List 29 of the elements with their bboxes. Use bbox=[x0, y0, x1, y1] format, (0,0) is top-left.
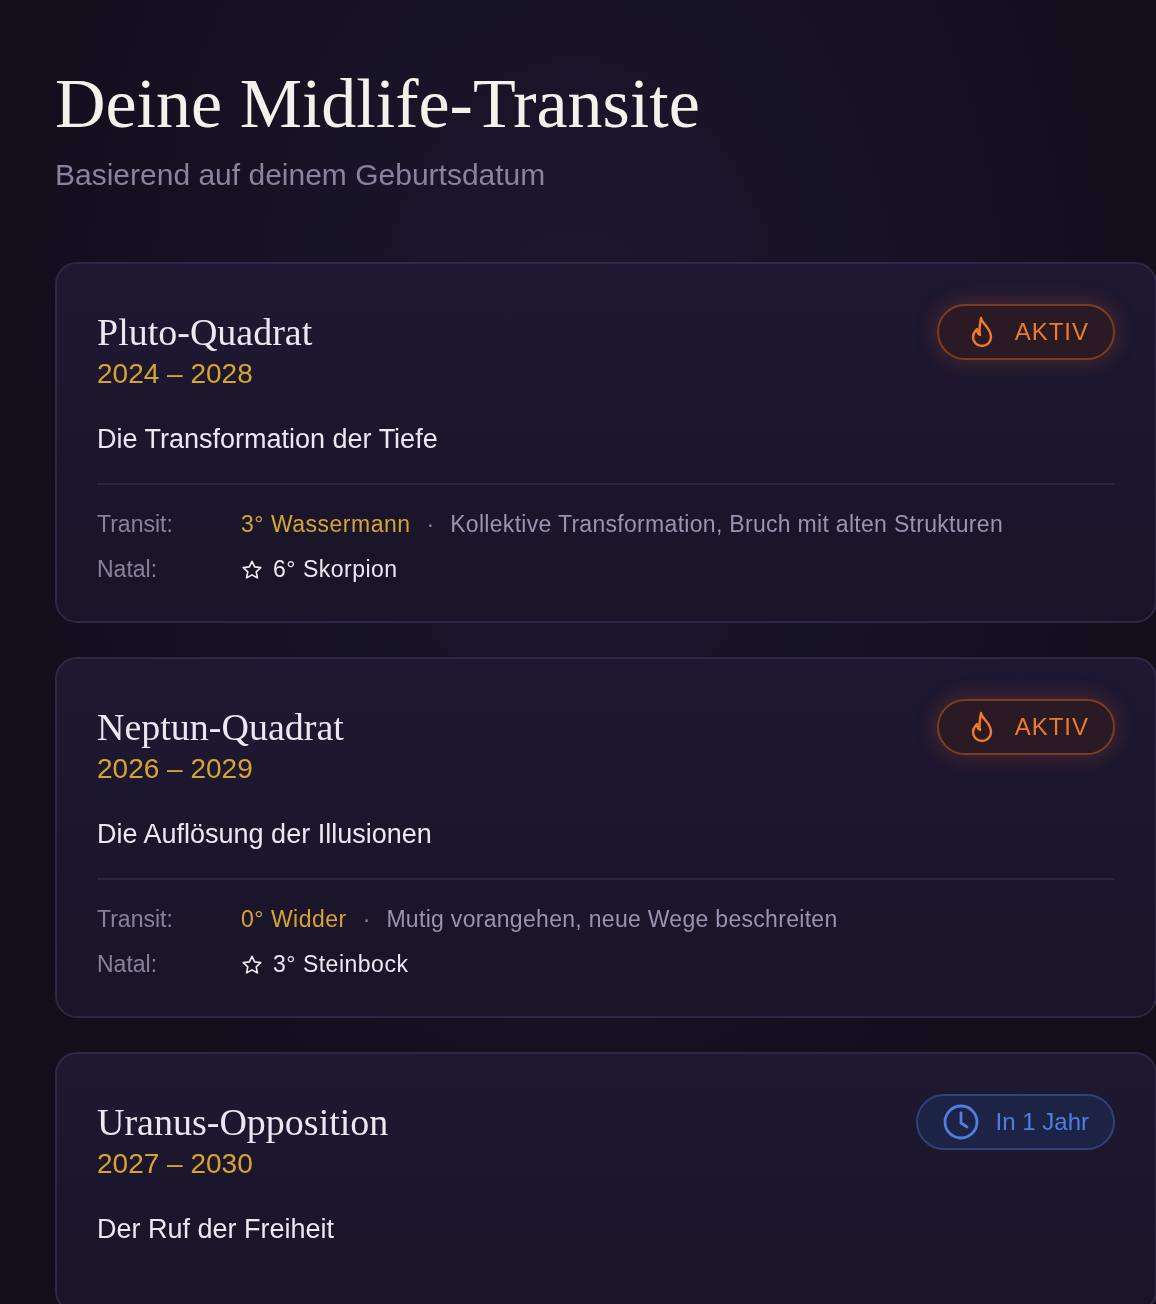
transit-years: 2024 – 2028 bbox=[97, 358, 254, 390]
page-title: Deine Midlife-Transite bbox=[55, 64, 701, 144]
separator-dot: · bbox=[426, 511, 435, 538]
status-badge: AKTIV bbox=[936, 699, 1115, 755]
transit-position: 0° Widder bbox=[241, 906, 347, 933]
page-subtitle: Basierend auf deinem Geburtsdatum bbox=[55, 158, 547, 192]
transit-theme: Die Auflösung der Illusionen bbox=[97, 819, 433, 850]
transit-position: 3° Wassermann bbox=[241, 511, 411, 538]
natal-position: 6° Skorpion bbox=[273, 556, 398, 583]
transit-name: Uranus-Opposition bbox=[97, 1100, 389, 1144]
transit-meaning: Mutig vorangehen, neue Wege beschreiten bbox=[386, 906, 838, 933]
star-icon bbox=[241, 558, 263, 581]
status-badge: AKTIV bbox=[936, 304, 1115, 360]
transit-label: Transit: bbox=[97, 906, 174, 933]
transit-years: 2026 – 2029 bbox=[97, 753, 254, 785]
clock-icon bbox=[941, 1103, 980, 1141]
natal-label: Natal: bbox=[97, 556, 159, 583]
transit-label: Transit: bbox=[97, 511, 174, 538]
transit-name: Neptun-Quadrat bbox=[97, 705, 344, 749]
natal-position: 3° Steinbock bbox=[273, 951, 409, 978]
natal-label: Natal: bbox=[97, 951, 159, 978]
transit-theme: Der Ruf der Freiheit bbox=[97, 1214, 336, 1245]
transit-years: 2027 – 2030 bbox=[97, 1148, 254, 1180]
star-icon bbox=[241, 953, 263, 976]
separator-dot: · bbox=[362, 906, 371, 933]
transit-theme: Die Transformation der Tiefe bbox=[97, 424, 439, 455]
status-badge: In 1 Jahr bbox=[915, 1094, 1115, 1150]
transit-name: Pluto-Quadrat bbox=[97, 310, 313, 354]
transit-meaning: Kollektive Transformation, Bruch mit alten Strukturen bbox=[450, 511, 1003, 538]
